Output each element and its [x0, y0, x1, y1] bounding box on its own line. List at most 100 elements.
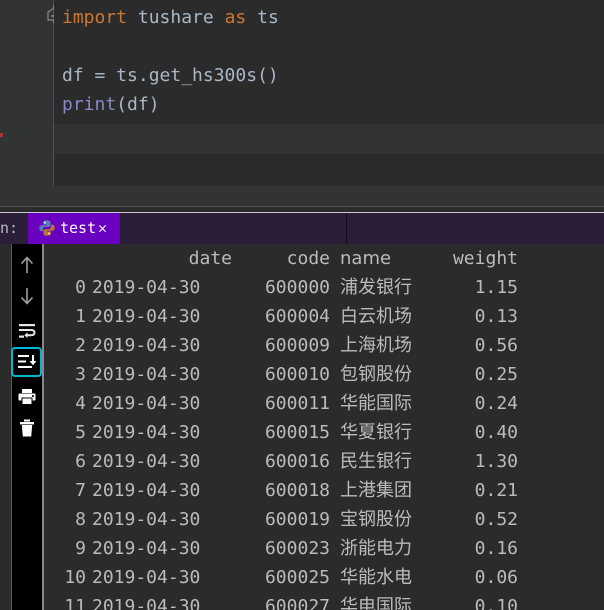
row-index: 7: [75, 480, 86, 501]
row-date: 2019-04-30: [92, 393, 201, 414]
down-arrow-icon[interactable]: [12, 281, 42, 311]
table-row: 10 2019-04-30 600025 华能水电 0.06: [44, 563, 604, 592]
up-arrow-icon[interactable]: [12, 250, 42, 280]
row-index: 6: [75, 451, 86, 472]
table-row: 4 2019-04-30 600011 华能国际 0.24: [44, 389, 604, 418]
row-code: 600018: [264, 480, 330, 501]
ide-window: import tushare as ts df = ts.get_hs300s(…: [0, 0, 604, 610]
row-index: 9: [75, 538, 86, 559]
row-date: 2019-04-30: [92, 306, 201, 327]
row-weight: 0.06: [474, 567, 518, 588]
run-panel-label: n:: [0, 219, 19, 237]
python-file-icon: [38, 219, 56, 237]
row-index: 3: [75, 364, 86, 385]
error-stripe-mark: [0, 133, 3, 137]
row-weight: 0.21: [474, 480, 518, 501]
tabbar-separator: [346, 213, 347, 244]
table-row: 9 2019-04-30 600023 浙能电力 0.16: [44, 534, 604, 563]
row-index: 2: [75, 335, 86, 356]
row-date: 2019-04-30: [92, 509, 201, 530]
code-line-4: print(df): [62, 90, 160, 119]
row-weight: 0.13: [474, 306, 518, 327]
row-index: 1: [75, 306, 86, 327]
row-date: 2019-04-30: [92, 538, 201, 559]
row-code: 600025: [264, 567, 330, 588]
code-line-1: import tushare as ts: [62, 3, 279, 32]
current-line-highlight: [54, 124, 604, 154]
row-index: 0: [75, 277, 86, 298]
table-row: 5 2019-04-30 600015 华夏银行 0.40: [44, 418, 604, 447]
row-code: 600023: [264, 538, 330, 559]
row-index: 4: [75, 393, 86, 414]
row-name: 华能国际: [340, 393, 412, 414]
row-date: 2019-04-30: [92, 451, 201, 472]
row-weight: 0.52: [474, 509, 518, 530]
row-name: 上海机场: [340, 335, 412, 356]
column-header-code: code: [286, 248, 330, 269]
row-name: 上港集团: [340, 480, 412, 501]
row-code: 600019: [264, 509, 330, 530]
row-index: 11: [64, 596, 86, 610]
table-row: 1 2019-04-30 600004 白云机场 0.13: [44, 302, 604, 331]
row-code: 600015: [264, 422, 330, 443]
row-index: 5: [75, 422, 86, 443]
column-header-weight: weight: [452, 248, 518, 269]
row-weight: 0.24: [474, 393, 518, 414]
row-weight: 0.25: [474, 364, 518, 385]
row-name: 包钢股份: [340, 364, 412, 385]
console-output[interactable]: date code name weight 0 2019-04-30 600000 浦发银行 1…: [44, 244, 604, 610]
code-token: ts: [246, 7, 279, 28]
row-name: 浙能电力: [340, 538, 412, 559]
code-token: df = ts.get_hs300s(): [62, 65, 279, 86]
row-weight: 0.16: [474, 538, 518, 559]
row-name: 白云机场: [340, 306, 412, 327]
row-code: 600000: [264, 277, 330, 298]
row-date: 2019-04-30: [92, 335, 201, 356]
row-name: 华电国际: [340, 596, 412, 610]
code-token: as: [224, 7, 247, 28]
code-token: print: [62, 94, 117, 115]
row-weight: 1.15: [474, 277, 518, 298]
soft-wrap-icon[interactable]: [12, 316, 42, 346]
row-code: 600010: [264, 364, 330, 385]
table-row: 0 2019-04-30 600000 浦发银行 1.15: [44, 273, 604, 302]
editor-bottom-padding: [0, 186, 604, 206]
table-row: 7 2019-04-30 600018 上港集团 0.21: [44, 476, 604, 505]
row-weight: 0.10: [474, 596, 518, 610]
tab-title-test: test: [60, 219, 97, 237]
row-name: 宝钢股份: [340, 509, 412, 530]
panel-top-divider: [0, 206, 604, 207]
column-header-date: date: [188, 248, 232, 269]
row-code: 600011: [264, 393, 330, 414]
column-header-name: name: [340, 248, 392, 269]
row-date: 2019-04-30: [92, 277, 201, 298]
code-token: import: [62, 7, 128, 28]
editor-gutter[interactable]: [0, 0, 54, 186]
console-header-row: date code name weight: [44, 244, 604, 273]
row-code: 600004: [264, 306, 330, 327]
code-token: tushare: [127, 7, 225, 28]
row-name: 民生银行: [340, 451, 412, 472]
row-index: 10: [64, 567, 86, 588]
row-name: 华夏银行: [340, 422, 412, 443]
row-date: 2019-04-30: [92, 596, 201, 610]
code-editor[interactable]: import tushare as ts df = ts.get_hs300s(…: [0, 0, 604, 206]
row-date: 2019-04-30: [92, 567, 201, 588]
row-weight: 0.56: [474, 335, 518, 356]
close-icon[interactable]: ✕: [98, 219, 107, 237]
code-token: (df): [116, 94, 160, 115]
row-code: 600009: [264, 335, 330, 356]
trash-icon[interactable]: [12, 413, 42, 443]
table-row: 6 2019-04-30 600016 民生银行 1.30: [44, 447, 604, 476]
scroll-to-end-icon[interactable]: [11, 347, 42, 377]
row-date: 2019-04-30: [92, 480, 201, 501]
code-line-3: df = ts.get_hs300s(): [62, 61, 279, 90]
table-row: 2 2019-04-30 600009 上海机场 0.56: [44, 331, 604, 360]
code-text-area[interactable]: import tushare as ts df = ts.get_hs300s(…: [54, 0, 604, 186]
row-weight: 1.30: [474, 451, 518, 472]
row-index: 8: [75, 509, 86, 530]
row-date: 2019-04-30: [92, 364, 201, 385]
print-icon[interactable]: [12, 382, 42, 412]
row-date: 2019-04-30: [92, 422, 201, 443]
row-name: 浦发银行: [340, 277, 412, 298]
